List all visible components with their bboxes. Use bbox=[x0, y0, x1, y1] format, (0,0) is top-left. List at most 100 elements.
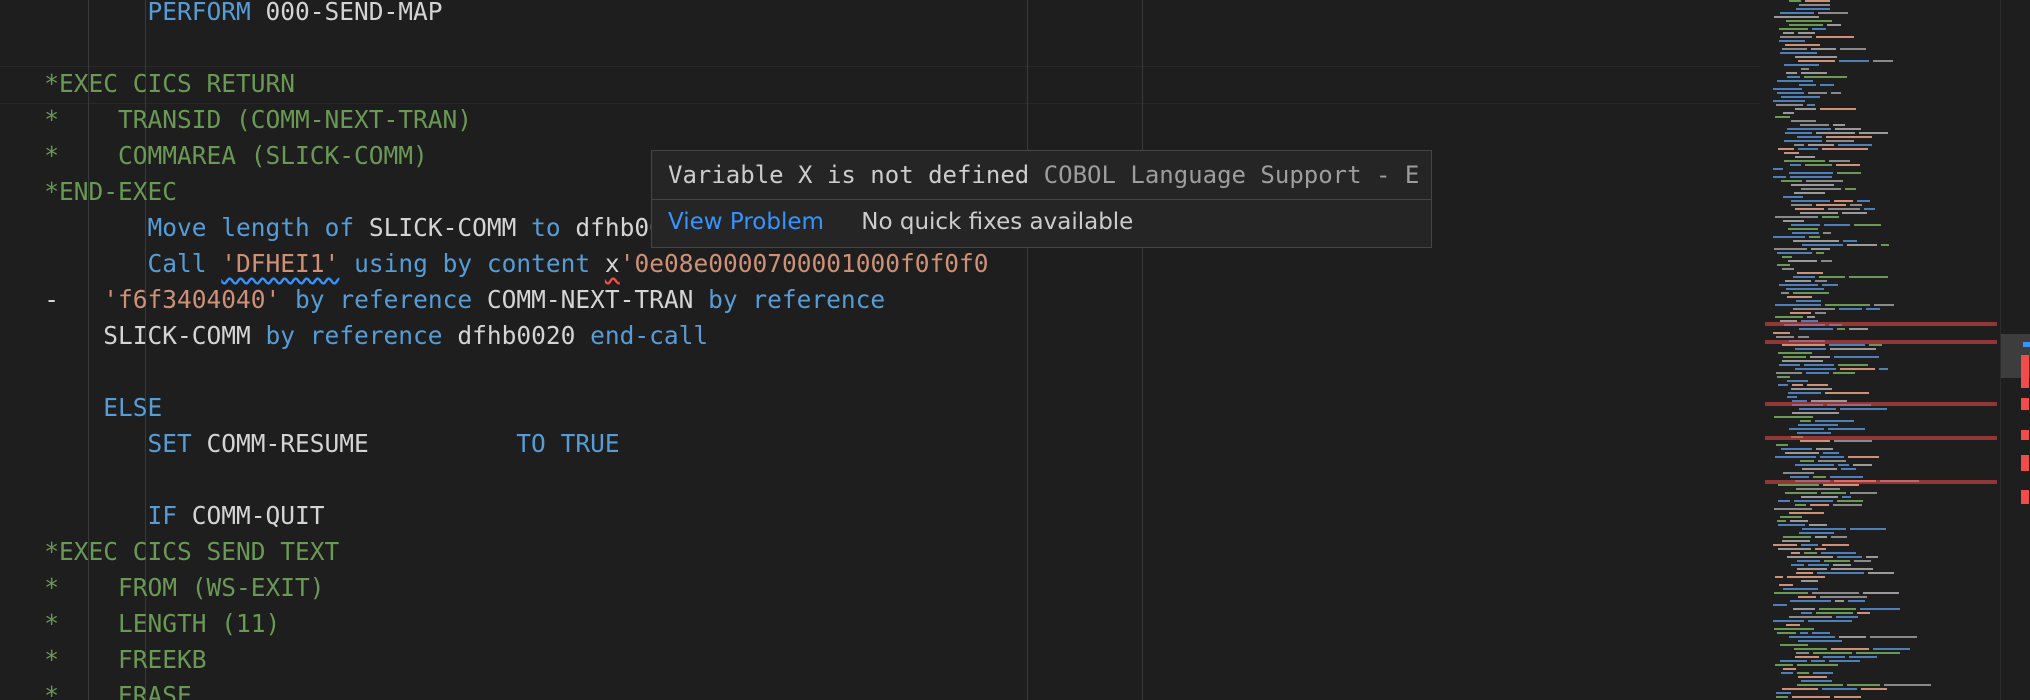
minimap-line bbox=[1821, 492, 1846, 494]
minimap-line bbox=[1800, 460, 1814, 462]
minimap-line bbox=[1819, 276, 1845, 278]
minimap-line bbox=[1793, 608, 1815, 610]
code-line: * LENGTH (11) bbox=[0, 606, 280, 642]
minimap-line bbox=[1819, 608, 1856, 610]
minimap-line bbox=[1826, 136, 1872, 138]
code-line: * ERASE bbox=[0, 678, 192, 700]
minimap-line bbox=[1777, 80, 1813, 82]
code-token: PERFORM bbox=[147, 0, 251, 26]
hover-message-text: Variable X is not defined bbox=[668, 161, 1030, 189]
minimap-line bbox=[1782, 256, 1792, 258]
minimap-line bbox=[1850, 204, 1862, 206]
minimap-line bbox=[1777, 520, 1786, 522]
code-token: COMM-RESUME bbox=[191, 429, 517, 458]
code-token: *END-EXEC bbox=[0, 177, 178, 206]
minimap-line bbox=[1798, 424, 1838, 426]
scrollbar-error-marker bbox=[2021, 355, 2029, 388]
minimap-line bbox=[1782, 688, 1818, 690]
minimap-line bbox=[1833, 504, 1862, 506]
minimap-line bbox=[1783, 32, 1794, 34]
minimap-line bbox=[1798, 676, 1827, 678]
minimap-line bbox=[1866, 308, 1880, 310]
minimap-line bbox=[1779, 584, 1793, 586]
hover-source: COBOL Language Support - E bbox=[1029, 161, 1420, 189]
code-token: TRUE bbox=[560, 429, 620, 458]
code-token: SET bbox=[147, 429, 192, 458]
code-token: COMM-NEXT-TRAN bbox=[472, 285, 709, 314]
minimap-line bbox=[1807, 316, 1815, 318]
code-token: * TRANSID (COMM-NEXT-TRAN) bbox=[0, 105, 473, 134]
minimap-line bbox=[1829, 344, 1865, 346]
minimap-line bbox=[1776, 104, 1803, 106]
minimap-line bbox=[1779, 364, 1800, 366]
minimap-line bbox=[1798, 60, 1835, 62]
minimap-line bbox=[1776, 692, 1791, 694]
minimap-error-highlight bbox=[1765, 480, 1997, 484]
minimap-line bbox=[1790, 520, 1808, 522]
minimap-line bbox=[1792, 384, 1803, 386]
minimap-line bbox=[1798, 336, 1809, 338]
minimap-line bbox=[1866, 556, 1878, 558]
minimap-line bbox=[1813, 476, 1826, 478]
minimap-line bbox=[1791, 564, 1804, 566]
minimap-line bbox=[1833, 564, 1851, 566]
minimap-line bbox=[1791, 120, 1816, 122]
minimap-line bbox=[1775, 664, 1793, 666]
minimap-line bbox=[1797, 568, 1827, 570]
minimap-line bbox=[1775, 576, 1783, 578]
vertical-scrollbar[interactable] bbox=[2000, 0, 2030, 700]
code-token: reference bbox=[339, 285, 473, 314]
minimap-line bbox=[1842, 212, 1867, 214]
minimap[interactable] bbox=[1765, 0, 1997, 700]
code-token: by bbox=[708, 285, 738, 314]
minimap-line bbox=[1787, 556, 1833, 558]
minimap-line bbox=[1822, 284, 1838, 286]
minimap-line bbox=[1815, 280, 1827, 282]
minimap-line bbox=[1800, 632, 1808, 634]
code-token: * COMMAREA (SLICK-COMM) bbox=[0, 141, 428, 170]
code-line: Call 'DFHEI1' using by content x'0e08e00… bbox=[0, 246, 989, 282]
minimap-line bbox=[1795, 108, 1816, 110]
minimap-line bbox=[1837, 500, 1863, 502]
minimap-line bbox=[1776, 696, 1788, 698]
code-line: IF COMM-QUIT bbox=[0, 498, 325, 534]
minimap-line bbox=[1789, 0, 1801, 2]
minimap-line bbox=[1796, 652, 1809, 654]
column-ruler bbox=[1027, 0, 1028, 700]
minimap-line bbox=[1793, 276, 1815, 278]
view-problem-link[interactable]: View Problem bbox=[668, 209, 824, 235]
minimap-line bbox=[1776, 372, 1802, 374]
minimap-line bbox=[1783, 112, 1794, 114]
minimap-line bbox=[1834, 440, 1872, 442]
minimap-line bbox=[1824, 560, 1850, 562]
minimap-line bbox=[1787, 296, 1812, 298]
minimap-line bbox=[1783, 588, 1818, 590]
minimap-line bbox=[1839, 308, 1862, 310]
minimap-line bbox=[1788, 392, 1821, 394]
code-token: * ERASE bbox=[0, 681, 192, 700]
minimap-line bbox=[1826, 140, 1854, 142]
minimap-line bbox=[1797, 560, 1820, 562]
minimap-line bbox=[1810, 504, 1829, 506]
minimap-line bbox=[1794, 648, 1827, 650]
minimap-line bbox=[1831, 536, 1847, 538]
minimap-line bbox=[1853, 464, 1872, 466]
minimap-line bbox=[1822, 148, 1868, 150]
minimap-line bbox=[1787, 576, 1825, 578]
minimap-line bbox=[1799, 408, 1836, 410]
minimap-line bbox=[1778, 384, 1788, 386]
code-editor[interactable]: PERFORM 000-SEND-MAP *EXEC CICS RETURN *… bbox=[0, 0, 1760, 700]
code-token: reference bbox=[752, 285, 886, 314]
minimap-line bbox=[1804, 76, 1847, 78]
minimap-line bbox=[1796, 488, 1840, 490]
minimap-line bbox=[1780, 644, 1808, 646]
minimap-line bbox=[1789, 616, 1832, 618]
minimap-line bbox=[1794, 192, 1825, 194]
minimap-line bbox=[1842, 496, 1851, 498]
